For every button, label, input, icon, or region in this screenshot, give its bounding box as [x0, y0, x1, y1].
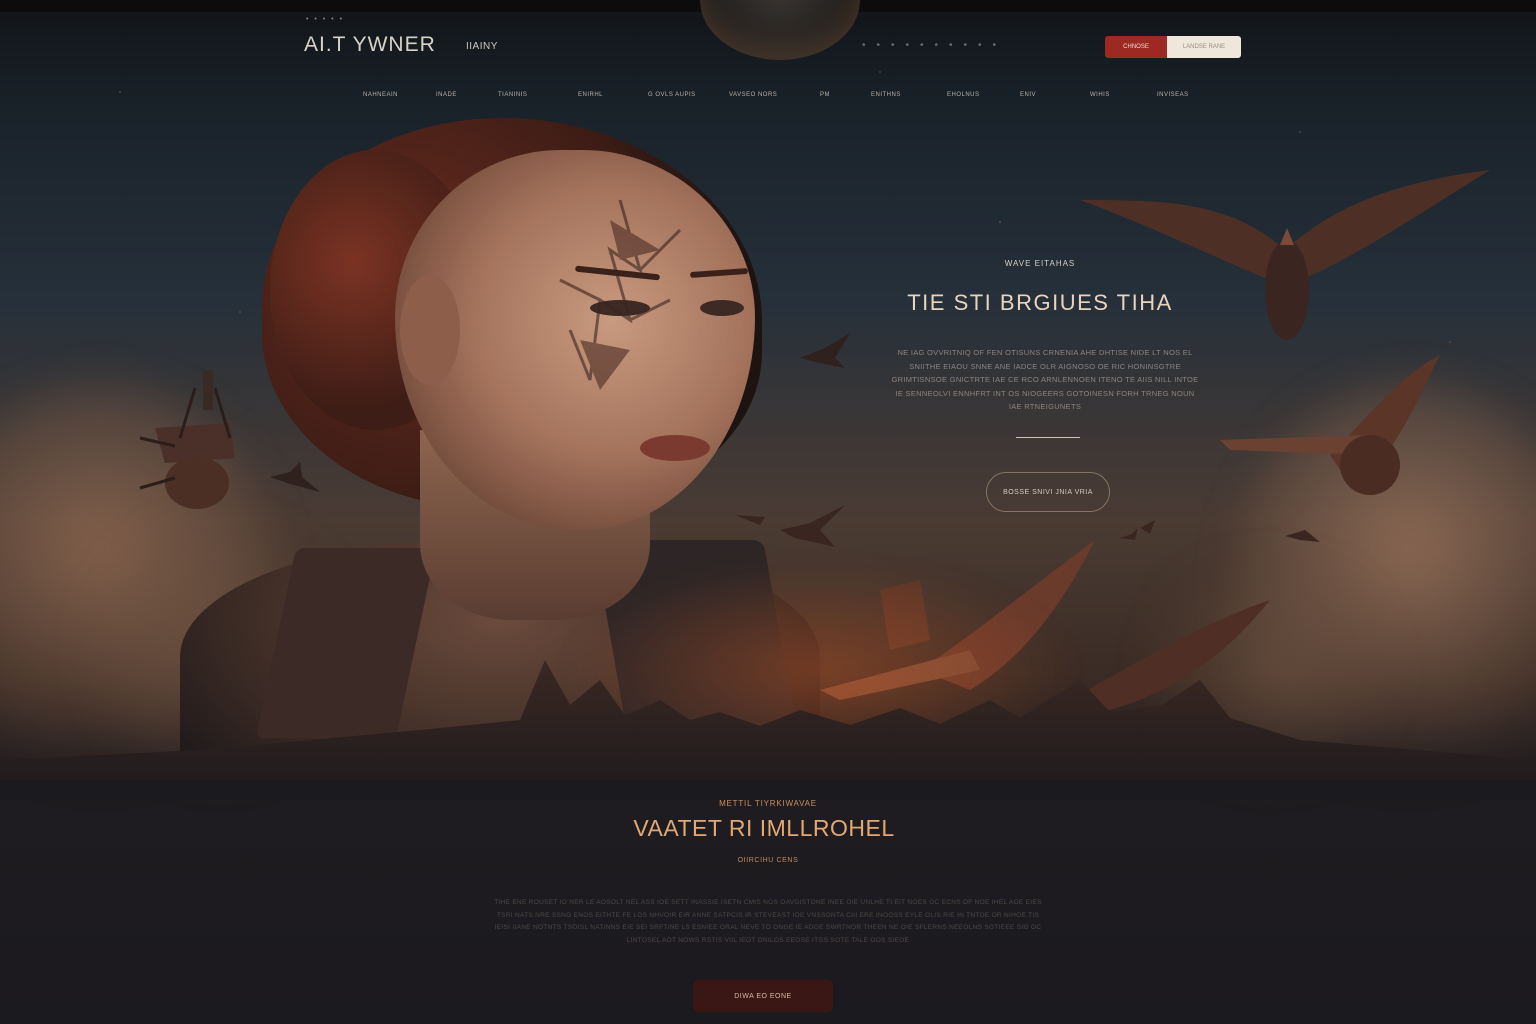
nav-item[interactable]: PM [820, 92, 830, 98]
header-secondary-button[interactable]: LANDSE RANE [1167, 36, 1241, 58]
lips [640, 435, 710, 461]
hero-figure-ear [400, 275, 460, 385]
section-description: TIHE ENE ROUSET IO NER LE AOSOLT NEL ASS… [494, 899, 1042, 944]
nav-item[interactable]: NAHNEAIN [363, 92, 398, 98]
section-kicker: METTIL TIYRKIWAVAE [719, 799, 817, 808]
nav-item[interactable]: TIANINIS [498, 92, 527, 98]
nav-item[interactable]: INVISEAS [1157, 92, 1189, 98]
nav-item[interactable]: ENITHNS [871, 92, 901, 98]
hero-cta-button[interactable]: BOSSE SNIVI JNIA VRIA [986, 472, 1110, 512]
nav-item[interactable]: ENIV [1020, 92, 1036, 98]
small-ship-icon [800, 333, 850, 368]
face-tattoo-illustration [559, 199, 682, 390]
section-title: VAATET RI IMLLROHEL [633, 815, 895, 841]
nav-item[interactable]: G OVLS AUPIS [648, 92, 696, 98]
winged-airship-right-icon [1080, 170, 1490, 340]
winged-airship-mid-right-icon [1220, 355, 1440, 495]
header-indicator-dots: •••••••••• [862, 40, 1008, 51]
logo-ornament: • • • • • [306, 16, 345, 23]
hero-divider [1016, 437, 1080, 438]
page: • • • • • AI.T YWNER IIAINY •••••••••• C… [0, 0, 1536, 1024]
hero-description: NE IAG OVVRITNIQ OF FEN OTISUNS CRNENIA … [891, 348, 1199, 411]
nav-item[interactable]: EHOLNUS [947, 92, 980, 98]
site-logo[interactable]: AI.T YWNER [304, 33, 436, 57]
section-subtitle: OIIRCIHU CENS [737, 857, 799, 864]
header-link[interactable]: IIAINY [466, 41, 498, 52]
airship-left-icon [139, 370, 235, 509]
main-navigation: NAHNEAIN INADE TIANINIS ENIRHL G OVLS AU… [0, 92, 1536, 104]
small-ship-icon [735, 505, 845, 547]
small-ships-group-icon [1120, 520, 1320, 542]
hero-title: TIE STI BRGIUES TIHA [907, 290, 1173, 315]
nav-item[interactable]: VAVSEO NORS [729, 92, 777, 98]
nav-item[interactable]: WIHIS [1090, 92, 1110, 98]
mountain-silhouette [0, 660, 1536, 800]
hero-kicker: WAVE EITAHAS [1004, 259, 1076, 268]
nav-item[interactable]: INADE [436, 92, 457, 98]
section-cta-button[interactable]: DIWA EO EONE [693, 980, 833, 1012]
header-primary-button[interactable]: CHNOSE [1105, 36, 1167, 58]
small-ship-icon [270, 462, 320, 492]
nav-item[interactable]: ENIRHL [578, 92, 603, 98]
